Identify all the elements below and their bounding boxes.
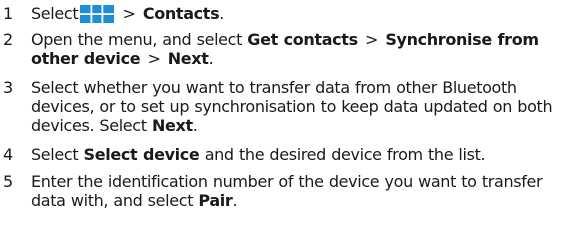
step-number: 4	[3, 145, 14, 164]
ui-label-contacts: Contacts	[142, 4, 220, 23]
step-number: 3	[3, 78, 14, 97]
step-text: Select Select device and the desired dev…	[31, 145, 567, 164]
step-text-part: .	[219, 4, 225, 23]
ui-label-get-contacts: Get contacts	[247, 30, 358, 49]
step-text-part: and the desired device from the list.	[204, 145, 486, 164]
step-text-part: .	[232, 191, 238, 210]
ui-label-pair: Pair	[198, 191, 233, 210]
path-separator: >	[122, 4, 136, 23]
menu-key-icon	[80, 5, 115, 27]
step-number: 1	[3, 4, 14, 23]
step-text-part: Select whether you want to transfer data…	[31, 78, 553, 135]
step-text-part: .	[208, 49, 214, 68]
step-text-part: Open the menu, and select	[31, 30, 243, 49]
step-text-part: .	[192, 116, 198, 135]
path-separator: >	[365, 30, 379, 49]
step-text: Select whether you want to transfer data…	[31, 78, 567, 135]
step-text-part: Select	[31, 145, 79, 164]
instruction-steps: 1 Select > Contacts. 2 Open the menu, an…	[0, 0, 569, 241]
step-text: Enter the identification number of the d…	[31, 172, 567, 210]
step-text: Open the menu, and select Get contacts >…	[31, 30, 567, 68]
step-number: 5	[3, 172, 14, 191]
ui-label-select-device: Select device	[83, 145, 200, 164]
path-separator: >	[147, 49, 161, 68]
step-number: 2	[3, 30, 14, 49]
step-text-part: Enter the identification number of the d…	[31, 172, 543, 210]
step-text: Select > Contacts.	[31, 4, 567, 27]
ui-label-next: Next	[167, 49, 209, 68]
step-text-part: Select	[31, 4, 79, 23]
ui-label-next: Next	[151, 116, 193, 135]
